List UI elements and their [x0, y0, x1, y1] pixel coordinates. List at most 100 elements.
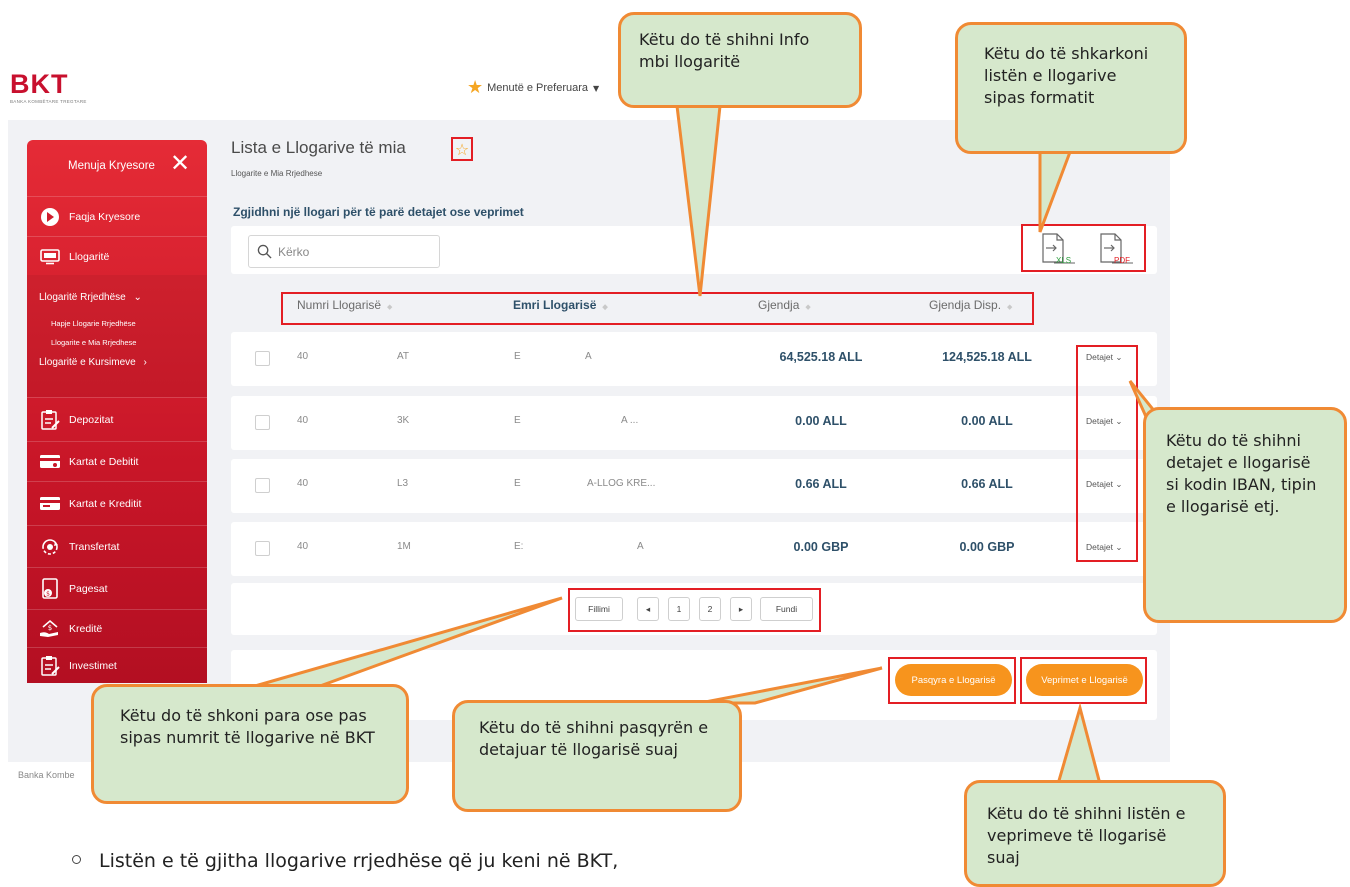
- available-balance: 0.00 ALL: [961, 414, 1013, 428]
- breadcrumb: Llogarite e Mia Rrjedhese: [231, 169, 323, 178]
- bullet-text: Listën e të gjitha llogarive rrjedhëse q…: [99, 850, 619, 872]
- sidebar-item-current-accounts[interactable]: Llogaritë Rrjedhëse ⌄: [39, 292, 219, 303]
- debit-card-icon: [39, 452, 61, 472]
- instructions-text: Zgjidhni një llogari për të parë detajet…: [233, 205, 524, 219]
- available-balance: 0.66 ALL: [961, 477, 1013, 491]
- chevron-down-icon: ⌄: [133, 292, 142, 303]
- balance: 0.00 ALL: [795, 414, 847, 428]
- account-name-start: E: [514, 415, 521, 426]
- xls-label: XLS: [1056, 256, 1072, 265]
- submenu-label: Llogaritë e Kursimeve: [39, 357, 136, 368]
- search-input[interactable]: [278, 244, 428, 259]
- sidebar-item-label: Investimet: [69, 659, 117, 672]
- account-name-end: A-LLOG KRE...: [587, 478, 656, 489]
- export-buttons: XLS PDF: [1021, 224, 1146, 272]
- table-row[interactable]: 40 AT E A 64,525.18 ALL 124,525.18 ALL D…: [231, 332, 1157, 386]
- star-outline-icon[interactable]: ☆: [451, 137, 473, 161]
- search-icon: [257, 244, 272, 259]
- columns-highlight: [281, 292, 1034, 325]
- callout-account-info: Këtu do të shihni Info mbi llogaritë: [618, 12, 862, 108]
- sidebar-item-payments[interactable]: $ Pagesat: [27, 567, 207, 609]
- account-name-end: A: [585, 351, 592, 362]
- footer-text: Banka Kombe: [18, 770, 75, 780]
- sidebar-item-accounts[interactable]: Llogaritë: [27, 236, 207, 276]
- sidebar-title: Menuja Kryesore: [68, 160, 155, 172]
- sidebar-item-label: Depozitat: [69, 413, 114, 426]
- sidebar-item-label: Kartat e Debitit: [69, 455, 139, 468]
- sidebar-item-savings-accounts[interactable]: Llogaritë e Kursimeve ›: [39, 357, 219, 368]
- sidebar-item-home[interactable]: Faqja Kryesore: [27, 196, 207, 236]
- pdf-label: PDF: [1114, 256, 1130, 265]
- sidebar-item-transfers[interactable]: Transfertat: [27, 525, 207, 567]
- page-title: Lista e Llogarive të mia: [231, 138, 406, 157]
- favorites-menu[interactable]: ★ Menutë e Preferuara ▼: [467, 78, 599, 98]
- sidebar: Menuja Kryesore ✕ Faqja Kryesore Llogari…: [27, 140, 207, 683]
- sidebar-item-my-current-accounts[interactable]: Llogarite e Mia Rrjedhese: [51, 338, 231, 347]
- callout-download-list: Këtu do të shkarkoni listën e llogarive …: [955, 22, 1187, 154]
- bullet-item: Listën e të gjitha llogarive rrjedhëse q…: [72, 850, 618, 872]
- export-xls-button[interactable]: XLS: [1037, 232, 1077, 266]
- transfers-icon: [39, 537, 61, 557]
- home-icon: [39, 207, 61, 227]
- account-number-end: L3: [397, 478, 409, 489]
- submenu-label: Llogaritë Rrjedhëse: [39, 292, 126, 303]
- statement-highlight: [888, 657, 1016, 704]
- credit-card-icon: [39, 494, 61, 514]
- row-checkbox[interactable]: [255, 415, 270, 430]
- account-number-start: 40: [297, 415, 309, 426]
- chevron-right-icon: ›: [143, 357, 147, 368]
- svg-text:$: $: [46, 590, 50, 597]
- sidebar-item-label: Kreditë: [69, 622, 103, 635]
- logo-mark: BKT: [10, 69, 69, 99]
- callout-account-details: Këtu do të shihni detajet e llogarisë si…: [1143, 407, 1347, 623]
- logo-subtext: BANKA KOMBËTARE TREGTARE: [10, 99, 87, 104]
- sidebar-header: Menuja Kryesore ✕: [27, 140, 207, 196]
- callout-pagination: Këtu do të shkoni para ose pas sipas num…: [91, 684, 409, 804]
- sidebar-item-open-current-account[interactable]: Hapje Llogarie Rrjedhëse: [51, 319, 231, 328]
- loans-icon: $: [39, 619, 61, 639]
- balance: 0.66 ALL: [795, 477, 847, 491]
- table-row[interactable]: 40 3K E A ... 0.00 ALL 0.00 ALL Detajet …: [231, 396, 1157, 450]
- account-number-start: 40: [297, 541, 309, 552]
- account-number-start: 40: [297, 478, 309, 489]
- sidebar-item-debit-cards[interactable]: Kartat e Debitit: [27, 441, 207, 481]
- bkt-logo[interactable]: BKT BANKA KOMBËTARE TREGTARE: [10, 70, 90, 106]
- sidebar-item-loans[interactable]: $ Kreditë: [27, 609, 207, 647]
- close-icon[interactable]: ✕: [170, 152, 190, 176]
- sidebar-item-credit-cards[interactable]: Kartat e Kreditit: [27, 481, 207, 525]
- table-row[interactable]: 40 1M E: A 0.00 GBP 0.00 GBP Detajet ⌄: [231, 522, 1157, 576]
- sidebar-item-investments[interactable]: Investimet: [27, 647, 207, 683]
- account-name-start: E: [514, 351, 521, 362]
- row-checkbox[interactable]: [255, 541, 270, 556]
- sidebar-item-label: Pagesat: [69, 582, 108, 595]
- svg-text:$: $: [48, 624, 52, 632]
- callout-statement: Këtu do të shihni pasqyrën e detajuar të…: [452, 700, 742, 812]
- sidebar-item-label: Llogaritë: [69, 250, 110, 263]
- accounts-submenu: Llogaritë Rrjedhëse ⌄ Hapje Llogarie Rrj…: [27, 275, 207, 397]
- favorites-label: Menutë e Preferuara: [487, 82, 589, 94]
- star-icon: ★: [467, 77, 484, 98]
- table-row[interactable]: 40 L3 E A-LLOG KRE... 0.66 ALL 0.66 ALL …: [231, 459, 1157, 513]
- sidebar-item-label: Kartat e Kreditit: [69, 497, 142, 510]
- row-checkbox[interactable]: [255, 351, 270, 366]
- pagination-highlight: [568, 588, 821, 632]
- account-name-end: A: [637, 541, 644, 552]
- details-highlight: [1076, 345, 1138, 562]
- accounts-icon: [39, 247, 61, 267]
- account-number-start: 40: [297, 351, 309, 362]
- available-balance: 124,525.18 ALL: [942, 350, 1032, 364]
- callout-transactions: Këtu do të shihni listën e veprimeve të …: [964, 780, 1226, 887]
- sidebar-item-label: Faqja Kryesore: [69, 210, 141, 223]
- payments-icon: $: [39, 577, 61, 599]
- sidebar-item-deposits[interactable]: Depozitat: [27, 397, 207, 441]
- balance: 64,525.18 ALL: [779, 350, 863, 364]
- export-pdf-button[interactable]: PDF: [1095, 232, 1135, 266]
- deposits-icon: [39, 409, 61, 430]
- account-name-end: A ...: [621, 415, 639, 426]
- search-box[interactable]: [248, 235, 440, 268]
- balance: 0.00 GBP: [793, 540, 849, 554]
- row-checkbox[interactable]: [255, 478, 270, 493]
- account-name-start: E: [514, 478, 521, 489]
- account-name-start: E:: [514, 541, 524, 552]
- transactions-highlight: [1020, 657, 1147, 704]
